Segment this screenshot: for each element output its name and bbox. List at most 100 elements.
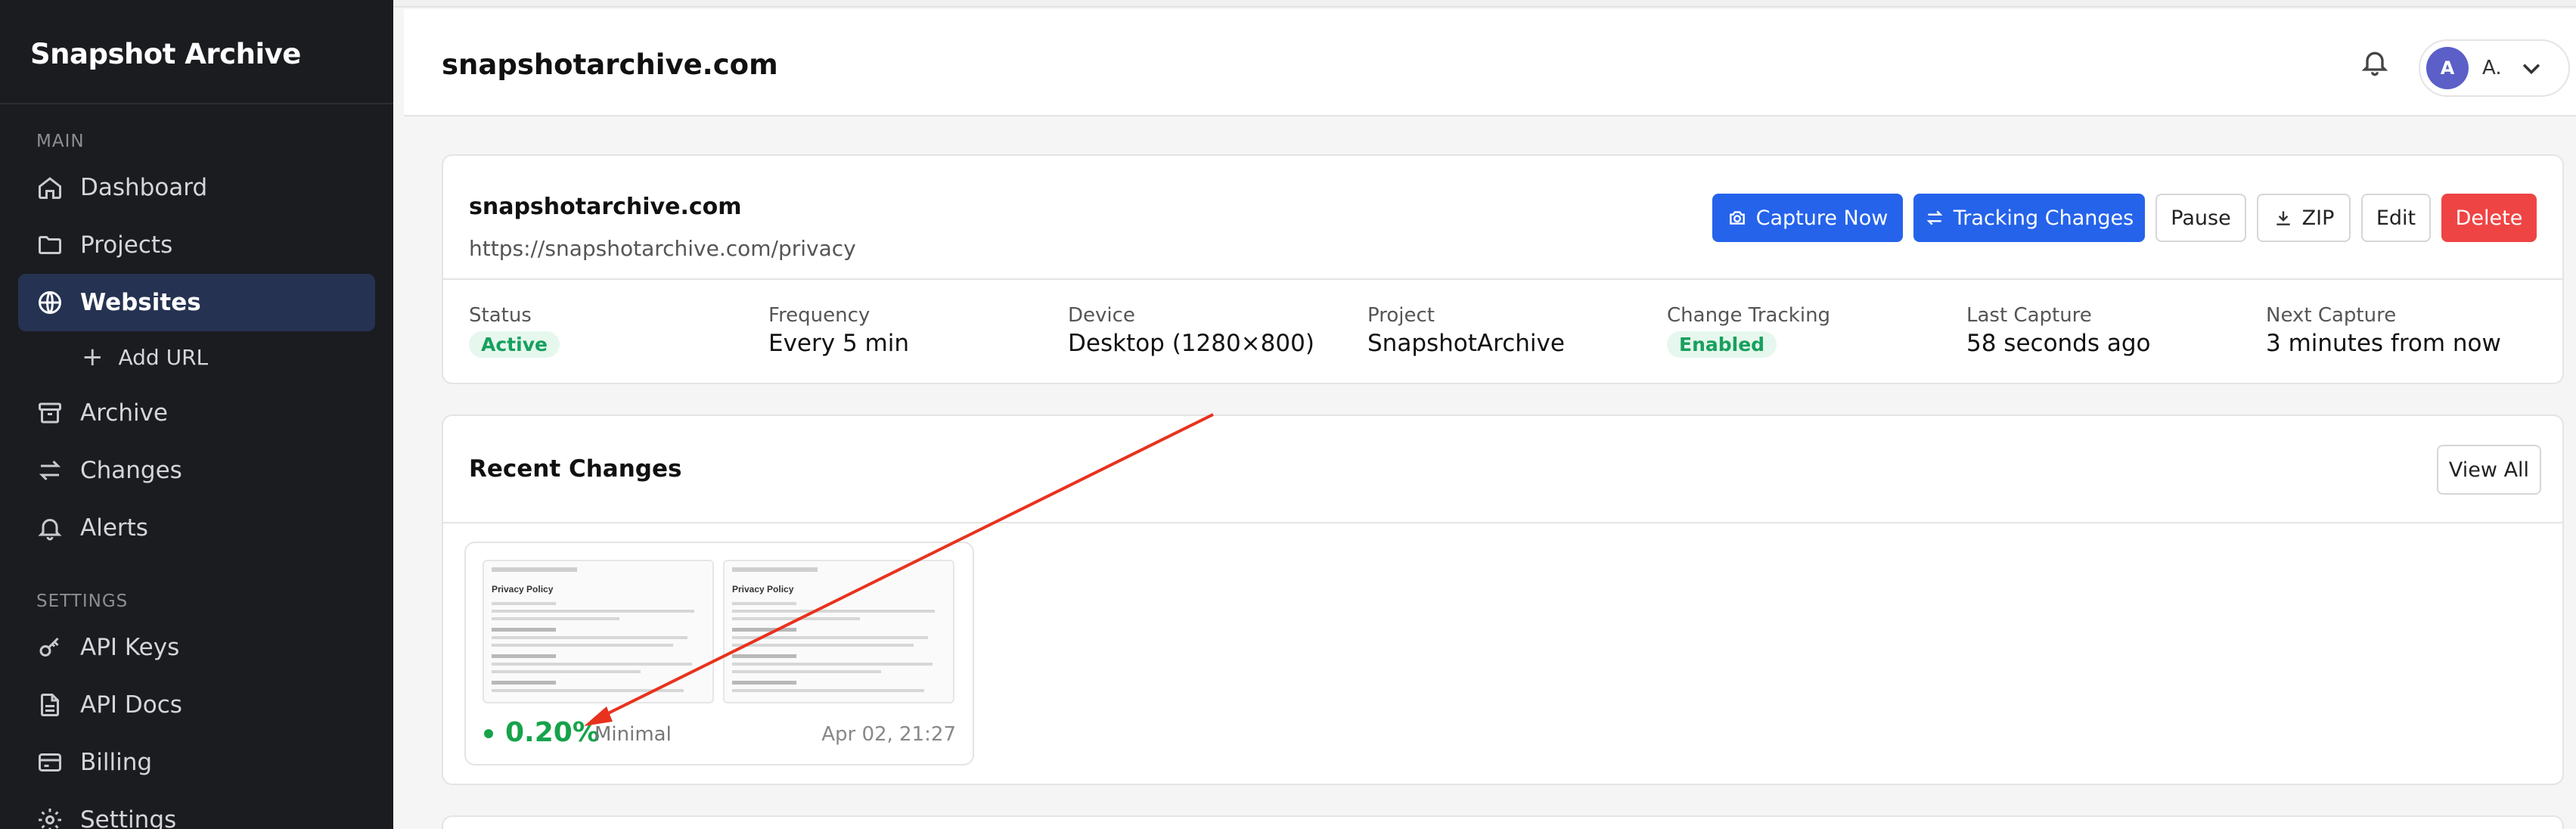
zip-label: ZIP [2301,206,2335,230]
edit-button[interactable]: Edit [2361,194,2431,242]
change-item[interactable]: Privacy Policy Privacy Policy 0.20% Mini… [464,542,974,765]
sidebar-item-changes[interactable]: Changes [18,442,375,499]
tracking-changes-label: Tracking Changes [1953,206,2134,230]
meta-label: Change Tracking [1667,304,1831,327]
edit-label: Edit [2376,206,2416,230]
section-title: Recent Changes [469,455,682,483]
folder-icon [36,231,64,259]
credit-card-icon [36,749,64,776]
brand-logo[interactable]: Snapshot Archive [30,38,301,70]
page-title: snapshotarchive.com [442,48,778,81]
bell-icon [36,514,64,542]
sidebar-item-websites[interactable]: Websites [18,274,375,331]
capture-now-button[interactable]: Capture Now [1712,194,1903,242]
chevron-down-icon [2519,55,2544,81]
sidebar-item-archive[interactable]: Archive [18,384,375,442]
next-card [442,815,2564,829]
page-header: snapshotarchive.com A A. [404,9,2576,116]
sidebar-item-label: Websites [80,289,201,316]
section-label-settings: SETTINGS [36,591,129,611]
sidebar-divider [0,103,393,104]
sidebar-item-billing[interactable]: Billing [18,734,375,791]
after-thumbnail: Privacy Policy [723,560,954,703]
download-zip-button[interactable]: ZIP [2257,194,2351,242]
meta-label: Last Capture [1966,304,2092,327]
user-name: A. [2482,57,2502,79]
archive-icon [36,399,64,427]
sidebar-item-label: Projects [80,231,173,259]
meta-project: Project SnapshotArchive [1367,304,1565,357]
view-all-button[interactable]: View All [2437,445,2541,495]
download-icon [2276,211,2290,225]
tracking-changes-button[interactable]: Tracking Changes [1913,194,2145,242]
sidebar-item-add-url[interactable]: + Add URL [68,328,371,386]
website-url[interactable]: https://snapshotarchive.com/privacy [469,236,856,261]
status-dot [484,729,493,738]
notification-bell-icon[interactable] [2360,47,2393,80]
meta-status: Status Active [469,304,560,358]
sidebar-item-label: Add URL [118,344,209,370]
sidebar-item-label: Settings [80,806,177,829]
sidebar-item-alerts[interactable]: Alerts [18,499,375,557]
camera-icon [1729,211,1745,225]
meta-next-capture: Next Capture 3 minutes from now [2266,304,2501,357]
top-border [393,0,2576,8]
pause-label: Pause [2171,206,2231,230]
sidebar: Snapshot Archive MAIN Dashboard Projects… [0,0,393,829]
sidebar-item-api-docs[interactable]: API Docs [18,676,375,734]
meta-label: Next Capture [2266,304,2397,327]
swap-icon [36,457,64,484]
sidebar-item-api-keys[interactable]: API Keys [18,619,375,676]
swap-icon [1926,210,1943,225]
meta-device: Device Desktop (1280×800) [1068,304,1314,357]
website-name: snapshotarchive.com [469,194,742,220]
meta-last-capture: Last Capture 58 seconds ago [1966,304,2151,357]
website-detail-card: snapshotarchive.com https://snapshotarch… [442,154,2564,384]
thumbnail-title: Privacy Policy [492,584,554,595]
plus-icon: + [82,342,104,372]
document-icon [36,691,64,719]
sidebar-item-settings[interactable]: Settings [18,791,375,829]
meta-label: Device [1068,304,1135,327]
pause-button[interactable]: Pause [2155,194,2246,242]
meta-value: SnapshotArchive [1367,330,1565,357]
meta-value: 58 seconds ago [1966,330,2151,357]
sidebar-item-label: Archive [80,399,168,427]
card-divider [443,522,2562,523]
card-divider [443,278,2562,280]
key-icon [36,634,64,661]
user-menu[interactable]: A A. [2419,39,2570,97]
meta-value: Desktop (1280×800) [1068,330,1314,357]
sidebar-item-label: API Docs [80,691,182,719]
section-label-main: MAIN [36,132,85,151]
sidebar-item-dashboard[interactable]: Dashboard [18,159,375,216]
avatar: A [2426,47,2469,89]
meta-label: Project [1367,304,1435,327]
meta-label: Status [469,304,532,327]
meta-change-tracking: Change Tracking Enabled [1667,304,1830,358]
before-thumbnail: Privacy Policy [483,560,714,703]
recent-changes-card: Recent Changes View All Privacy Policy P… [442,414,2564,785]
delete-label: Delete [2455,206,2523,230]
globe-icon [36,289,64,316]
meta-frequency: Frequency Every 5 min [768,304,909,357]
sidebar-item-label: Dashboard [80,174,208,201]
capture-now-label: Capture Now [1755,206,1889,230]
delete-button[interactable]: Delete [2441,194,2537,242]
sidebar-item-label: API Keys [80,634,180,661]
change-percent: 0.20% [505,717,600,748]
change-severity: Minimal [594,723,672,746]
sidebar-item-label: Changes [80,457,182,484]
thumbnail-title: Privacy Policy [732,584,794,595]
home-icon [36,174,64,201]
sidebar-item-label: Alerts [80,514,148,542]
gear-icon [36,806,64,829]
status-badge: Active [469,331,560,358]
meta-value: Every 5 min [768,330,909,357]
sidebar-item-projects[interactable]: Projects [18,216,375,274]
sidebar-item-label: Billing [80,749,153,776]
meta-label: Frequency [768,304,871,327]
meta-value: 3 minutes from now [2266,330,2501,357]
change-date: Apr 02, 21:27 [821,723,956,746]
tracking-badge: Enabled [1667,331,1777,358]
